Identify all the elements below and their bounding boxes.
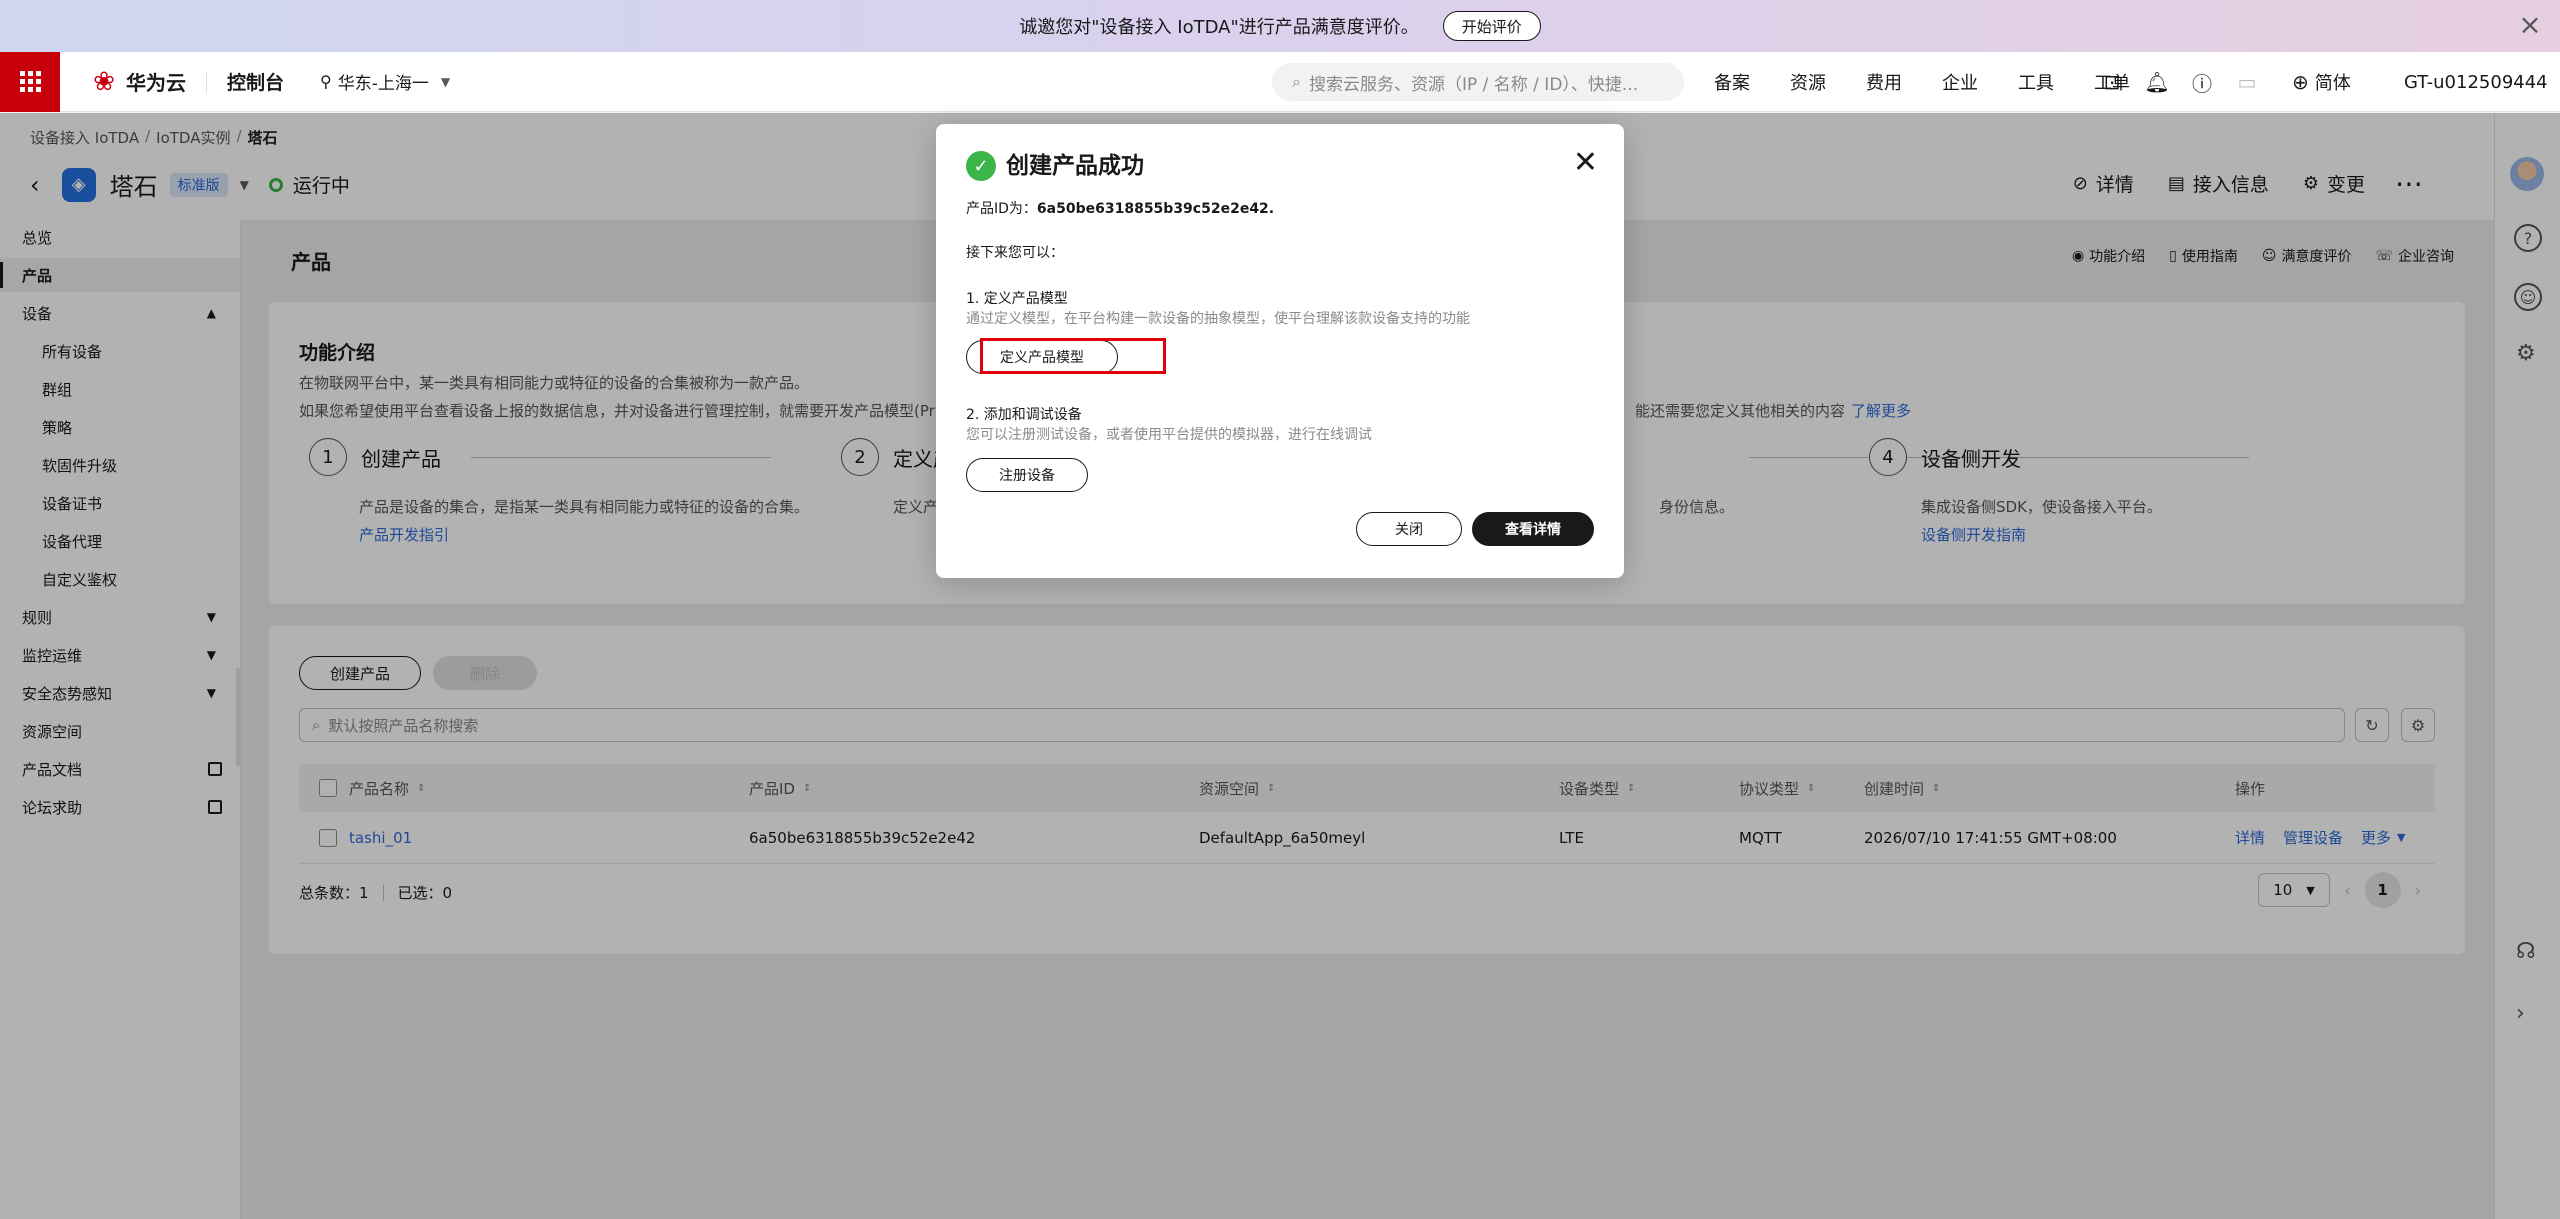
close-icon[interactable]: ✕: [1573, 148, 1598, 178]
nav-link-tools[interactable]: 工具: [2018, 69, 2054, 95]
product-id-line: 产品ID为：6a50be6318855b39c52e2e42.: [966, 201, 1275, 217]
start-survey-button[interactable]: 开始评价: [1442, 11, 1541, 41]
global-search-input[interactable]: ⌕ 搜索云服务、资源（IP / 名称 / ID）、快捷...: [1272, 63, 1684, 101]
grid-icon: [19, 71, 41, 92]
highlight-box: [980, 338, 1166, 374]
language-selector[interactable]: ⊕ 简体: [2292, 52, 2351, 112]
help-icon[interactable]: ⓘ: [2190, 70, 2214, 96]
logo-text: 华为云: [126, 71, 186, 95]
banner-text: 诚邀您对"设备接入 IoTDA"进行产品满意度评价。: [1019, 17, 1419, 38]
nav-icons: ⊡ 🔔︎ ⓘ ▭: [2100, 52, 2280, 112]
step1-title: 1. 定义产品模型: [966, 291, 1068, 307]
huawei-logo-icon: ❀: [93, 66, 115, 97]
survey-banner: 诚邀您对"设备接入 IoTDA"进行产品满意度评价。 开始评价 ×: [0, 0, 2560, 52]
top-navigation: ❀ 华为云 控制台 ⚲ 华东-上海一 ▼ ⌕ 搜索云服务、资源（IP / 名称 …: [0, 51, 2560, 112]
search-placeholder: 搜索云服务、资源（IP / 名称 / ID）、快捷...: [1308, 74, 1639, 95]
view-details-button[interactable]: 查看详情: [1472, 512, 1594, 546]
step2-title: 2. 添加和调试设备: [966, 407, 1082, 423]
account-name: GT-u012509444: [2404, 71, 2548, 93]
close-icon[interactable]: ×: [2516, 11, 2544, 40]
chat-icon[interactable]: ▭: [2235, 70, 2259, 94]
region-selector[interactable]: ⚲ 华东-上海一 ▼: [320, 69, 450, 94]
console-link[interactable]: 控制台: [227, 68, 284, 95]
language-label: 简体: [2314, 73, 2351, 94]
region-label: 华东-上海一: [337, 74, 429, 94]
account-menu[interactable]: GT-u012509444: [2404, 52, 2548, 112]
service-menu-button[interactable]: [0, 51, 60, 112]
close-button[interactable]: 关闭: [1356, 512, 1462, 546]
step2-description: 您可以注册测试设备，或者使用平台提供的模拟器，进行在线调试: [966, 427, 1372, 443]
register-device-button[interactable]: 注册设备: [966, 458, 1088, 492]
bell-icon[interactable]: 🔔︎: [2144, 70, 2169, 94]
nav-link-enterprise[interactable]: 企业: [1942, 69, 1978, 95]
globe-icon: ⊕: [2292, 70, 2309, 94]
divider: [206, 70, 207, 93]
terminal-icon[interactable]: ⊡: [2100, 70, 2124, 94]
nav-link-resources[interactable]: 资源: [1790, 69, 1826, 95]
product-id-value: 6a50be6318855b39c52e2e42.: [1036, 201, 1275, 217]
step1-description: 通过定义模型，在平台构建一款设备的抽象模型，使平台理解该款设备支持的功能: [966, 311, 1470, 327]
location-pin-icon: ⚲: [320, 72, 332, 91]
dialog-title: 创建产品成功: [1006, 153, 1144, 179]
create-success-dialog: ✓ 创建产品成功 ✕ 产品ID为：6a50be6318855b39c52e2e4…: [936, 124, 1624, 578]
next-steps-label: 接下来您可以：: [966, 245, 1064, 261]
nav-link-billing[interactable]: 费用: [1866, 69, 1902, 95]
huawei-cloud-logo[interactable]: ❀ 华为云: [88, 67, 186, 97]
success-check-icon: ✓: [966, 151, 996, 181]
nav-link-beian[interactable]: 备案: [1714, 69, 1750, 95]
search-icon: ⌕: [1292, 72, 1301, 91]
chevron-down-icon: ▼: [440, 74, 451, 89]
